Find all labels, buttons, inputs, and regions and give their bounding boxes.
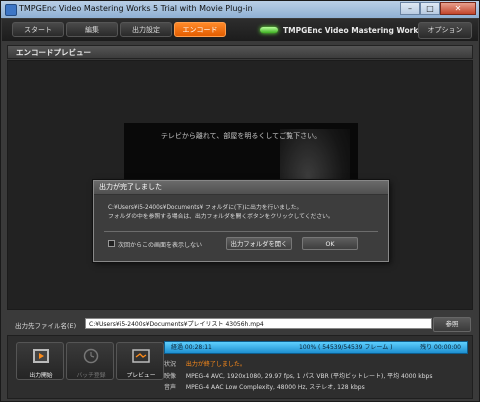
- open-output-folder-button[interactable]: 出力フォルダを開く: [226, 237, 292, 250]
- tab-output-settings[interactable]: 出力設定: [120, 22, 172, 37]
- video-value: MPEG-4 AVC, 1920x1080, 29.97 fps, 1 パス V…: [185, 373, 433, 380]
- ok-button[interactable]: OK: [302, 237, 358, 250]
- video-key: 映像: [164, 373, 177, 380]
- video-info-row: 映像 MPEG-4 AVC, 1920x1080, 29.97 fps, 1 パ…: [164, 371, 432, 380]
- status-value: 出力が終了しました。: [185, 361, 246, 368]
- window-title: TMPGEnc Video Mastering Works 5 Trial wi…: [19, 4, 253, 13]
- dont-show-again-label[interactable]: 次回からこの画面を表示しない: [118, 240, 202, 249]
- dialog-message-line1: C:¥Users¥i5-2400s¥Documents¥ フォルダに(下)に出力…: [108, 205, 303, 211]
- minimize-button[interactable]: –: [400, 2, 420, 15]
- window-controls: – □ ✕: [400, 2, 476, 16]
- section-title: エンコードプレビュー: [7, 45, 473, 59]
- dont-show-again-checkbox[interactable]: [108, 240, 115, 247]
- audio-value: MPEG-4 AAC Low Complexity, 48000 Hz, ステレ…: [185, 384, 365, 391]
- app-window: TMPGEnc Video Mastering Works 5 Trial wi…: [0, 0, 480, 402]
- audio-info-row: 音声 MPEG-4 AAC Low Complexity, 48000 Hz, …: [164, 382, 365, 391]
- status-led-icon: [260, 27, 278, 33]
- tab-start[interactable]: スタート: [12, 22, 64, 37]
- options-button[interactable]: オプション: [418, 22, 472, 39]
- film-output-icon: [33, 349, 49, 363]
- output-file-label: 出力先ファイル名(E): [15, 322, 77, 330]
- remaining-time: 残り 00:00:00: [420, 344, 461, 351]
- output-file-row: 出力先ファイル名(E) C:¥Users¥i5-2400s¥Documents¥…: [7, 316, 473, 332]
- preview-label: プレビュー: [126, 373, 156, 379]
- progress-percent: 100% ( 54539/54539 フレーム ): [299, 344, 393, 351]
- elapsed-time: 経過 00:28:11: [171, 344, 212, 351]
- batch-register-button[interactable]: バッチ登録: [66, 342, 114, 380]
- dialog-body: C:¥Users¥i5-2400s¥Documents¥ フォルダに(下)に出力…: [94, 195, 388, 261]
- encode-progress-bar: 経過 00:28:11 100% ( 54539/54539 フレーム ) 残り…: [164, 341, 468, 354]
- maximize-button[interactable]: □: [420, 2, 440, 15]
- clock-icon: [83, 348, 99, 364]
- dialog-title: 出力が完了しました: [94, 181, 388, 195]
- brand-name: TMPGEnc Video Mastering Works 5: [283, 25, 431, 35]
- start-output-button[interactable]: 出力開始: [16, 342, 64, 380]
- close-button[interactable]: ✕: [440, 2, 476, 15]
- status-row: 状況 出力が終了しました。: [164, 359, 246, 368]
- dialog-message-line2: フォルダの中を参照する場合は、出力フォルダを開くボタンをクリックしてください。: [108, 214, 334, 220]
- tab-encode[interactable]: エンコード: [174, 22, 226, 37]
- brand: TMPGEnc Video Mastering Works 5: [260, 23, 431, 37]
- output-file-field[interactable]: C:¥Users¥i5-2400s¥Documents¥プレイリスト 43056…: [85, 318, 432, 329]
- app-icon: [5, 4, 17, 16]
- preview-button[interactable]: プレビュー: [116, 342, 164, 380]
- dialog-divider: [104, 231, 378, 232]
- preview-icon: [132, 349, 150, 363]
- status-key: 状況: [164, 361, 177, 368]
- browse-button[interactable]: 参照: [433, 317, 471, 332]
- batch-register-label: バッチ登録: [76, 373, 106, 379]
- audio-key: 音声: [164, 384, 177, 391]
- encode-panel: 出力開始 バッチ登録 プレビュー 経過 00:28:11 100% ( 5453…: [7, 335, 473, 399]
- tab-edit[interactable]: 編集: [66, 22, 118, 37]
- start-output-label: 出力開始: [29, 373, 53, 379]
- title-bar: TMPGEnc Video Mastering Works 5 Trial wi…: [1, 1, 479, 18]
- main-toolbar: スタート 編集 出力設定 エンコード TMPGEnc Video Masteri…: [2, 19, 478, 41]
- completion-dialog: 出力が完了しました C:¥Users¥i5-2400s¥Documents¥ フ…: [93, 180, 389, 262]
